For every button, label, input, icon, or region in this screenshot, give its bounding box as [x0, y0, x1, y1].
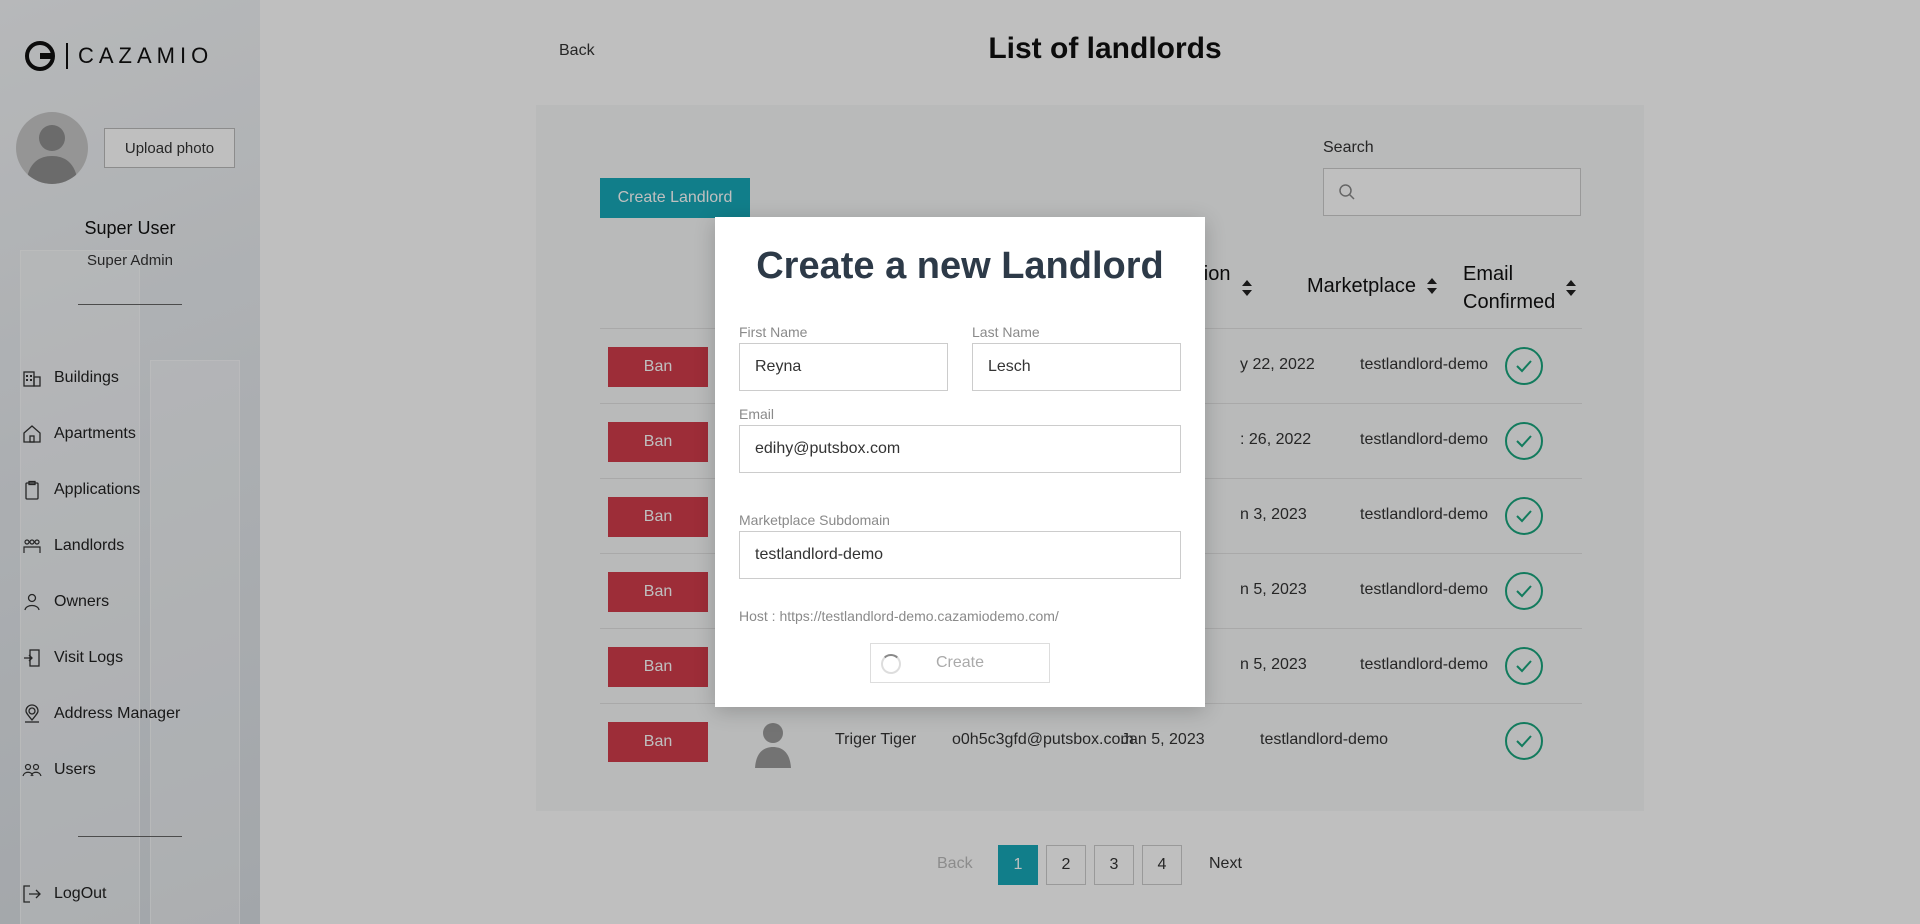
email-field[interactable] — [739, 425, 1181, 473]
modal-title: Create a new Landlord — [756, 245, 1164, 287]
create-landlord-modal: Create a new Landlord First Name Last Na… — [715, 217, 1205, 707]
last-name-label: Last Name — [972, 324, 1040, 340]
create-button[interactable]: Create — [870, 643, 1050, 683]
subdomain-field[interactable] — [739, 531, 1181, 579]
first-name-field[interactable] — [739, 343, 948, 391]
loading-spinner-icon — [881, 654, 901, 674]
last-name-field[interactable] — [972, 343, 1181, 391]
email-label: Email — [739, 406, 775, 422]
create-button-label: Create — [935, 654, 985, 671]
host-url-text: Host : https://testlandlord-demo.cazamio… — [739, 608, 1059, 624]
first-name-label: First Name — [739, 324, 808, 340]
subdomain-label: Marketplace Subdomain — [739, 512, 890, 528]
